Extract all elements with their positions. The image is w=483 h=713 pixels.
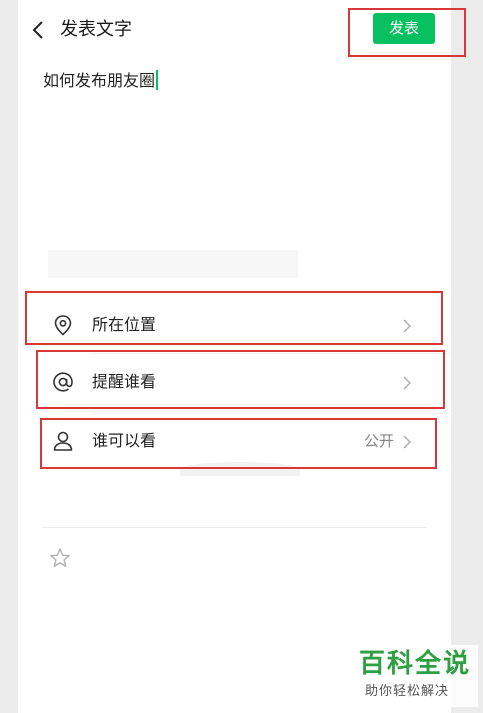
row-divider — [92, 413, 450, 414]
left-margin — [0, 0, 18, 713]
watermark-title: 百科全说 — [359, 649, 472, 679]
post-text-value: 如何发布朋友圈 — [43, 71, 156, 90]
highlight-box-mention — [36, 350, 445, 409]
right-margin — [451, 0, 483, 713]
back-arrow-icon[interactable] — [30, 19, 46, 41]
highlight-box-publish — [348, 8, 466, 57]
post-text-input[interactable]: 如何发布朋友圈 — [43, 68, 159, 94]
watermark-subtitle: 助你轻松解决 — [365, 684, 450, 699]
blurred-area — [48, 250, 298, 278]
highlight-box-visibility — [40, 418, 437, 469]
text-cursor — [156, 70, 159, 90]
highlight-box-location — [25, 291, 443, 345]
watermark-logo: 百科全说 助你轻松解决 — [353, 645, 478, 707]
star-icon[interactable] — [49, 547, 71, 569]
page-title: 发表文字 — [60, 19, 132, 40]
divider — [42, 527, 427, 528]
